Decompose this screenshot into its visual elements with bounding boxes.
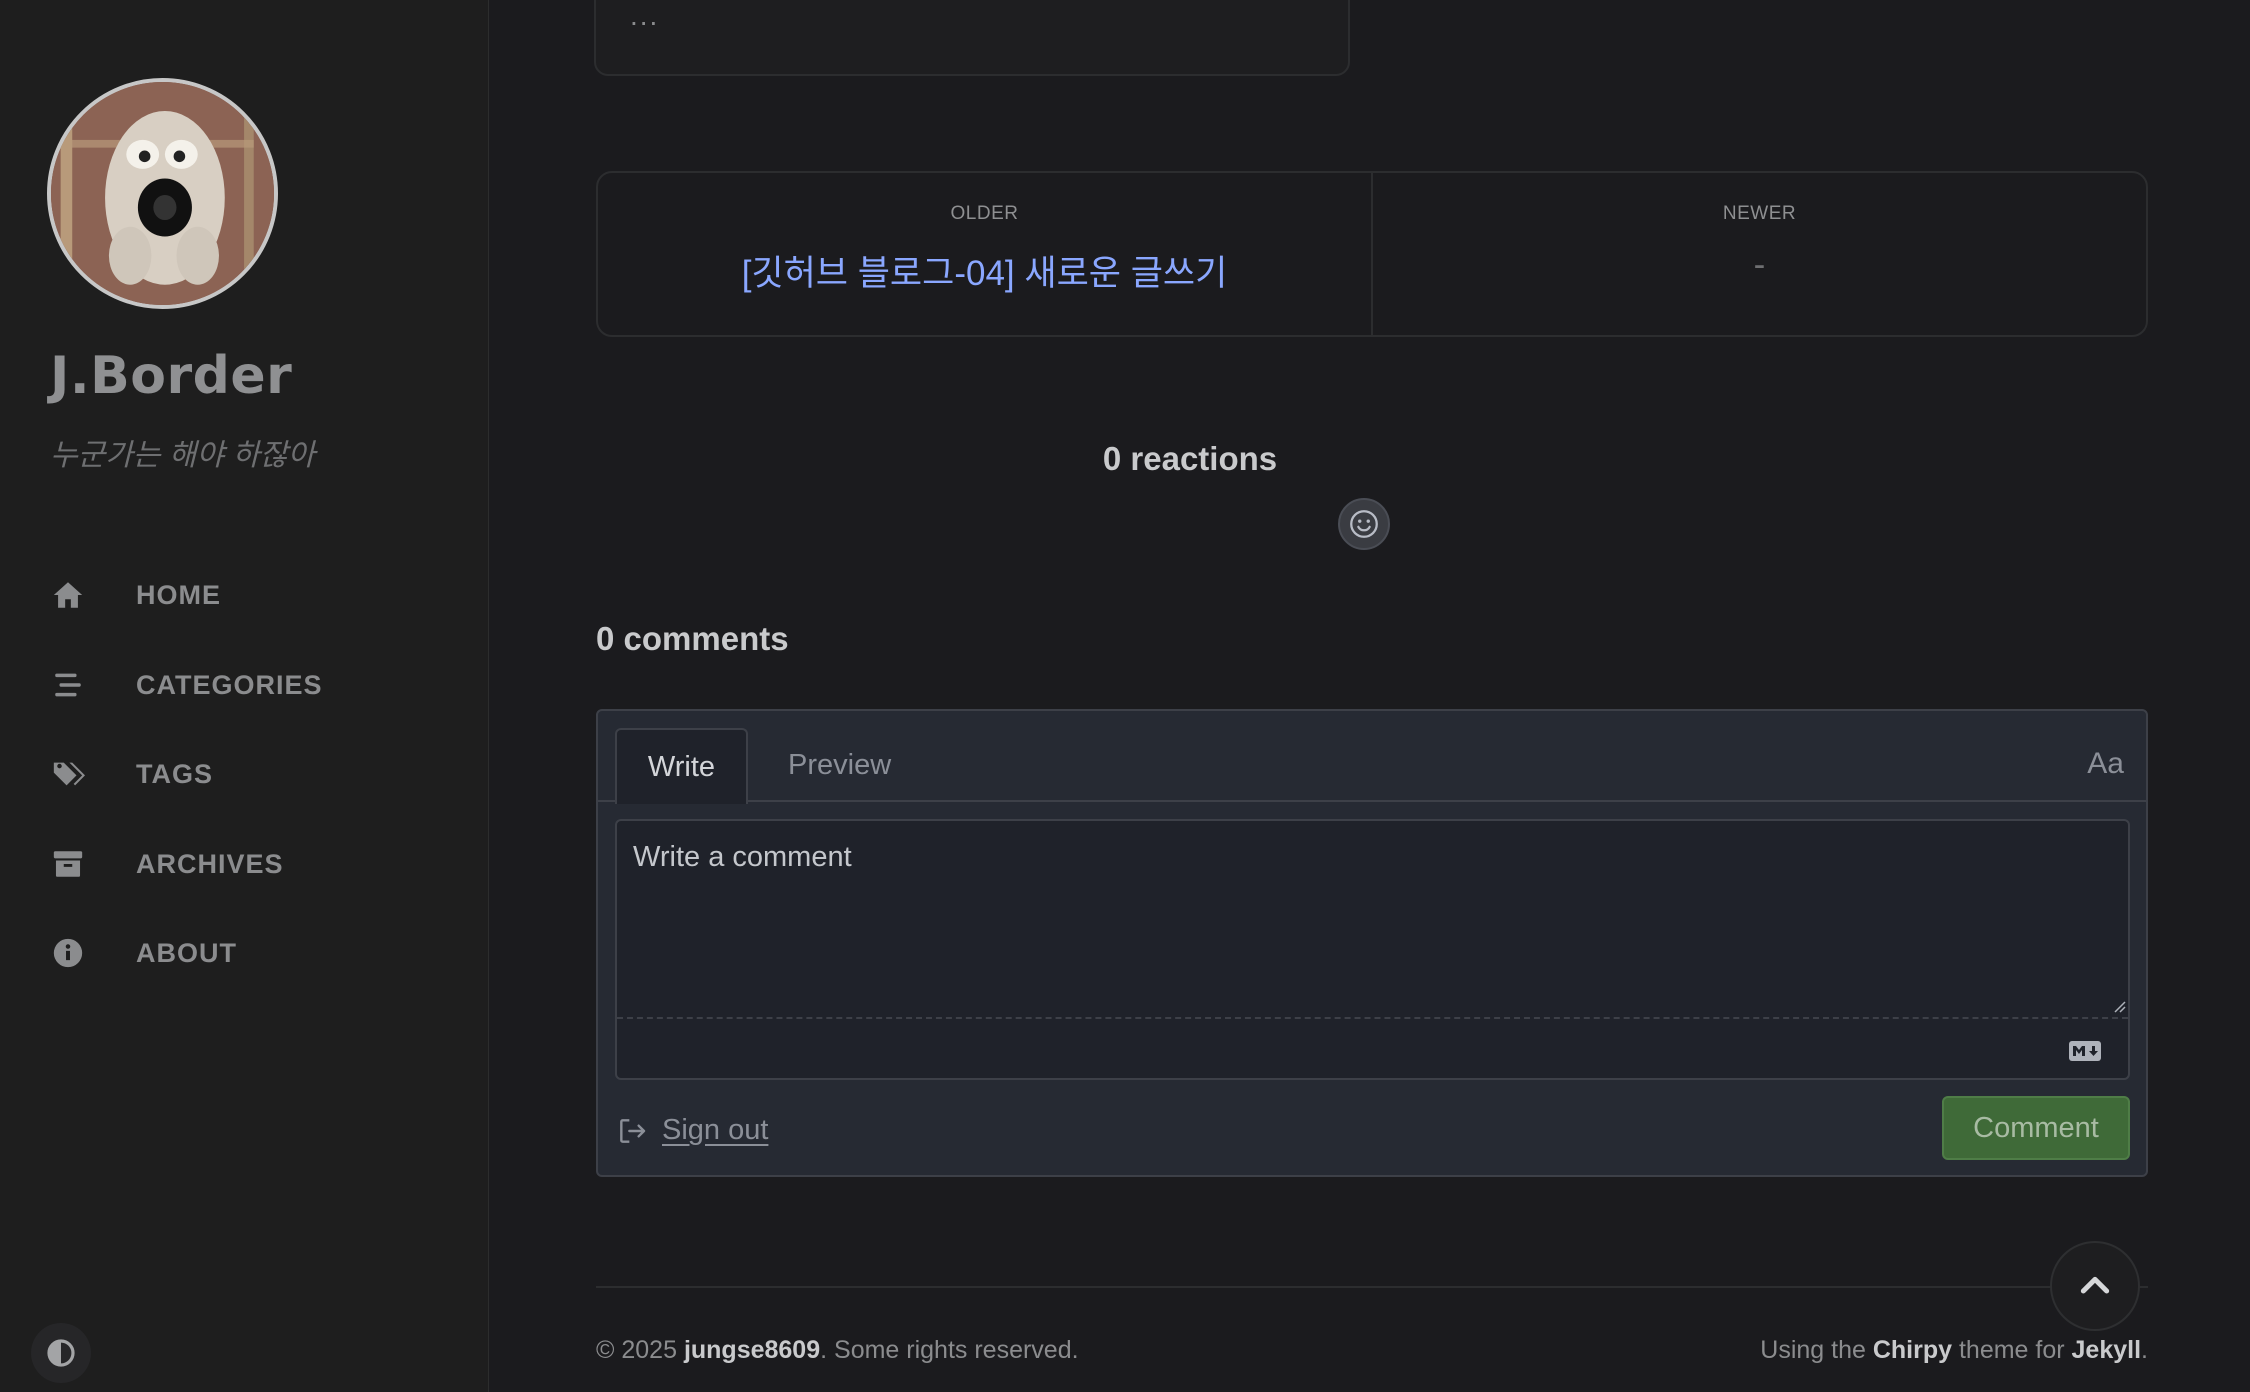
- sign-out-label[interactable]: Sign out: [662, 1114, 768, 1147]
- chevron-up-icon: [2080, 1276, 2110, 1294]
- post-navigation: OLDER [깃허브 블로그-04] 새로운 글쓰기 NEWER -: [596, 171, 2148, 337]
- stream-icon: [50, 667, 86, 703]
- comments-count: 0 comments: [596, 620, 789, 657]
- footer-credits: Using the Chirpy theme for Jekyll.: [1760, 1336, 2148, 1365]
- post-nav-newer-title: -: [1753, 245, 1766, 284]
- post-excerpt-ellipsis: ...: [630, 0, 660, 31]
- sidebar: J.Border 누군가는 해야 하잖아 HOME CATEGORIES TAG…: [0, 0, 489, 1392]
- comment-input-wrapper: [615, 819, 2130, 1080]
- copyright-prefix: © 2025: [596, 1336, 684, 1364]
- post-nav-older-label: OLDER: [950, 203, 1019, 224]
- submit-comment-button[interactable]: Comment: [1942, 1096, 2130, 1160]
- end-text: .: [2141, 1336, 2148, 1364]
- sidebar-item-label: TAGS: [136, 758, 213, 789]
- tab-write[interactable]: Write: [615, 728, 748, 804]
- resize-handle-icon[interactable]: [2112, 999, 2126, 1013]
- comment-input-footer: [617, 1017, 2128, 1080]
- sidebar-item-about[interactable]: ABOUT: [50, 928, 430, 978]
- theme-for-text: theme for: [1952, 1336, 2072, 1364]
- author-link[interactable]: jungse8609: [684, 1336, 820, 1364]
- footer-copyright: © 2025 jungse8609. Some rights reserved.: [596, 1336, 1079, 1365]
- theme-toggle-button[interactable]: [31, 1323, 91, 1383]
- sign-out-link[interactable]: Sign out: [616, 1114, 768, 1147]
- font-toggle-button[interactable]: Aa: [2087, 747, 2124, 781]
- back-to-top-button[interactable]: [2050, 1241, 2140, 1331]
- sidebar-item-categories[interactable]: CATEGORIES: [50, 660, 430, 710]
- markdown-icon[interactable]: [2068, 1040, 2102, 1062]
- home-icon: [50, 577, 86, 613]
- archive-icon: [50, 846, 86, 882]
- site-title[interactable]: J.Border: [50, 346, 292, 406]
- sign-out-icon: [620, 1118, 646, 1143]
- engine-link[interactable]: Jekyll: [2072, 1336, 2142, 1364]
- smiley-icon: [1350, 510, 1378, 538]
- sidebar-item-label: ABOUT: [136, 937, 237, 968]
- sidebar-item-home[interactable]: HOME: [50, 570, 430, 620]
- footer-divider: [596, 1286, 2148, 1288]
- comment-editor: Write Preview Aa Sign out: [596, 709, 2148, 1177]
- adjust-icon: [47, 1339, 75, 1367]
- post-nav-newer-label: NEWER: [1722, 203, 1797, 224]
- rights-text: . Some rights reserved.: [820, 1336, 1079, 1364]
- using-text: Using the: [1760, 1336, 1873, 1364]
- sidebar-item-label: HOME: [136, 579, 221, 610]
- avatar[interactable]: [47, 78, 278, 309]
- reactions-count: 0 reactions: [1102, 440, 1278, 477]
- info-circle-icon: [50, 935, 86, 971]
- tab-preview[interactable]: Preview: [770, 728, 909, 802]
- post-nav-older-title[interactable]: [깃허브 블로그-04] 새로운 글쓰기: [598, 245, 1371, 296]
- comment-textarea[interactable]: [617, 821, 2128, 1017]
- theme-link[interactable]: Chirpy: [1873, 1336, 1952, 1364]
- sidebar-item-tags[interactable]: TAGS: [50, 749, 430, 799]
- post-nav-older[interactable]: OLDER [깃허브 블로그-04] 새로운 글쓰기: [598, 173, 1371, 335]
- tags-icon: [50, 756, 86, 792]
- comment-tab-bar: Write Preview Aa: [598, 711, 2146, 804]
- sidebar-item-label: ARCHIVES: [136, 848, 284, 879]
- add-reaction-button[interactable]: [1338, 498, 1390, 550]
- avatar-image: [51, 82, 274, 305]
- sidebar-item-label: CATEGORIES: [136, 669, 323, 700]
- post-nav-newer: NEWER -: [1371, 173, 2146, 335]
- sidebar-item-archives[interactable]: ARCHIVES: [50, 839, 430, 889]
- post-preview-card[interactable]: ...: [594, 0, 1350, 76]
